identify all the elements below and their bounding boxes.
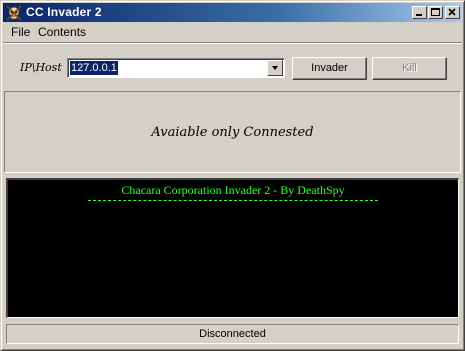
connection-status-panel: Avaiable only Connested: [4, 91, 461, 173]
title-bar[interactable]: CC Invader 2: [3, 3, 462, 22]
close-button[interactable]: [445, 6, 460, 19]
minimize-button[interactable]: [412, 6, 427, 19]
console-output[interactable]: Chacara Corporation Invader 2 - By Death…: [6, 178, 459, 318]
menu-bar: File Contents: [3, 23, 462, 41]
close-icon: [448, 8, 456, 16]
minimize-icon: [416, 14, 422, 16]
console-header: Chacara Corporation Invader 2 - By Death…: [121, 183, 345, 197]
ip-host-label: IP\Host: [20, 61, 62, 74]
kill-button[interactable]: Kill: [372, 57, 447, 80]
skull-icon: [6, 5, 22, 21]
menu-file[interactable]: File: [11, 25, 30, 39]
status-bar: Disconnected: [6, 324, 459, 344]
invader-button[interactable]: Invader: [292, 57, 367, 80]
maximize-icon: [431, 8, 440, 16]
maximize-button[interactable]: [428, 6, 443, 19]
window-title: CC Invader 2: [26, 5, 102, 19]
menu-separator: [3, 42, 462, 44]
dropdown-arrow-icon[interactable]: [267, 60, 283, 76]
status-message: Avaiable only Connested: [151, 125, 314, 140]
menu-contents[interactable]: Contents: [38, 25, 86, 39]
ip-host-combobox[interactable]: 127.0.0.1: [67, 58, 285, 78]
console-divider: [88, 200, 378, 201]
ip-host-value[interactable]: 127.0.0.1: [70, 61, 118, 75]
app-window: CC Invader 2 File Contents IP\Host 127.0…: [0, 0, 465, 351]
